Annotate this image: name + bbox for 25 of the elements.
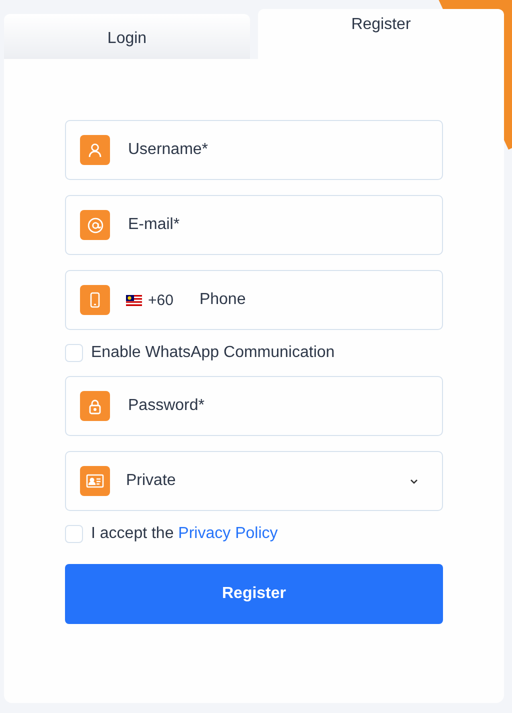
register-button[interactable]: Register [65, 564, 443, 624]
consent-text: I accept the Privacy Policy [91, 525, 278, 543]
chevron-down-icon [410, 478, 418, 484]
email-field[interactable]: E-mail* [65, 195, 443, 255]
checkbox[interactable] [65, 344, 83, 362]
text-input[interactable]: Password* [126, 396, 428, 416]
country-code[interactable]: +60 [148, 292, 174, 308]
tab[interactable]: Register [258, 9, 504, 59]
phone-icon [80, 285, 110, 315]
username-field[interactable]: Username* [65, 120, 443, 180]
tab[interactable]: Login [4, 14, 250, 59]
at-sign-icon [80, 210, 110, 240]
text-input[interactable]: Username* [126, 140, 428, 160]
phone-field[interactable]: +60 Phone [65, 270, 443, 330]
text-input[interactable]: E-mail* [126, 215, 428, 235]
checkbox[interactable] [65, 525, 83, 543]
lock-icon [80, 391, 110, 421]
id-card-icon [80, 466, 110, 496]
flag-icon [126, 294, 142, 306]
password-field[interactable]: Password* [65, 376, 443, 436]
privacy-policy-link[interactable]: Privacy Policy [178, 525, 278, 542]
user-icon [80, 135, 110, 165]
checkbox-label: Enable WhatsApp Communication [91, 344, 335, 362]
text-input[interactable]: Phone [197, 290, 428, 310]
account-type-select[interactable]: Private [65, 451, 443, 511]
